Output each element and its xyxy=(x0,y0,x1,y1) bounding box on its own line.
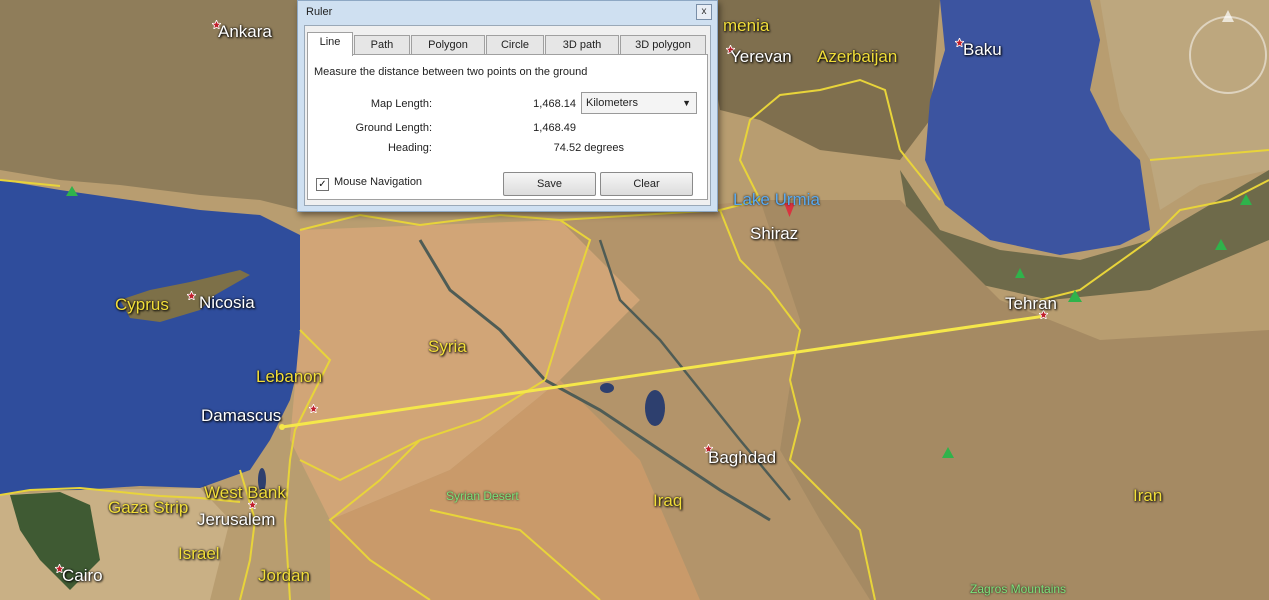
country-label-israel: Israel xyxy=(178,544,220,563)
city-label-ankara: Ankara xyxy=(218,22,272,41)
country-label-jordan: Jordan xyxy=(258,566,310,585)
terrain-label-zagros: Zagros Mountains xyxy=(970,582,1067,596)
mouse-navigation-label[interactable]: Mouse Navigation xyxy=(334,176,422,188)
city-label-baghdad: Baghdad xyxy=(708,448,777,467)
city-marker-icon[interactable] xyxy=(309,404,318,413)
ruler-client-area: Line Path Polygon Circle 3D path 3D poly… xyxy=(304,25,711,206)
terrain-label-syrian-desert: Syrian Desert xyxy=(446,489,519,503)
city-label-yerevan: Yerevan xyxy=(730,47,792,66)
chevron-down-icon: ▼ xyxy=(682,98,691,108)
ruler-titlebar[interactable]: Ruler x xyxy=(298,1,717,23)
water-label-lake-urmia: Lake Urmia xyxy=(733,190,820,209)
ruler-dialog[interactable]: Ruler x Line Path Polygon Circle 3D path… xyxy=(297,0,718,212)
country-label-cyprus: Cyprus xyxy=(115,295,169,314)
city-marker-icon[interactable] xyxy=(187,291,196,300)
ground-length-value: 1,468.49 xyxy=(533,122,576,134)
city-label-baku: Baku xyxy=(963,40,1002,59)
map-length-label: Map Length: xyxy=(370,98,432,110)
dialog-title: Ruler xyxy=(306,6,333,18)
heading-label: Heading: xyxy=(387,142,432,154)
country-label-iraq: Iraq xyxy=(653,491,683,510)
city-label-tehran: Tehran xyxy=(1005,294,1057,313)
save-button[interactable]: Save xyxy=(503,172,596,196)
country-label-lebanon: Lebanon xyxy=(256,367,323,386)
city-label-nicosia: Nicosia xyxy=(199,293,255,312)
country-label-west-bank: West Bank xyxy=(204,483,286,502)
tab-polygon[interactable]: Polygon xyxy=(411,35,485,55)
city-label-cairo: Cairo xyxy=(62,566,103,585)
tab-3d-polygon[interactable]: 3D polygon xyxy=(620,35,706,55)
city-label-shiraz: Shiraz xyxy=(750,224,799,243)
clear-button[interactable]: Clear xyxy=(600,172,693,196)
city-label-jerusalem: Jerusalem xyxy=(197,510,276,529)
heading-value: 74.52 degrees xyxy=(553,142,624,154)
city-label-damascus: Damascus xyxy=(201,406,282,425)
tab-circle[interactable]: Circle xyxy=(486,35,544,55)
units-dropdown[interactable]: Kilometers ▼ xyxy=(581,92,697,114)
close-icon[interactable]: x xyxy=(696,4,712,20)
country-label-gaza-strip: Gaza Strip xyxy=(108,498,189,517)
country-label-azerbaijan: Azerbaijan xyxy=(817,47,898,66)
tab-path[interactable]: Path xyxy=(354,35,410,55)
units-selected: Kilometers xyxy=(586,97,638,109)
ruler-description: Measure the distance between two points … xyxy=(314,66,588,78)
tab-3d-path[interactable]: 3D path xyxy=(545,35,619,55)
ground-length-label: Ground Length: xyxy=(355,122,432,134)
tab-line[interactable]: Line xyxy=(307,32,353,56)
country-label-syria: Syria xyxy=(428,337,467,356)
map-length-value: 1,468.14 xyxy=(533,98,576,110)
country-label-armenia: menia xyxy=(723,16,770,35)
country-label-iran: Iran xyxy=(1133,486,1163,505)
mouse-navigation-checkbox[interactable]: ✓ xyxy=(316,178,329,191)
